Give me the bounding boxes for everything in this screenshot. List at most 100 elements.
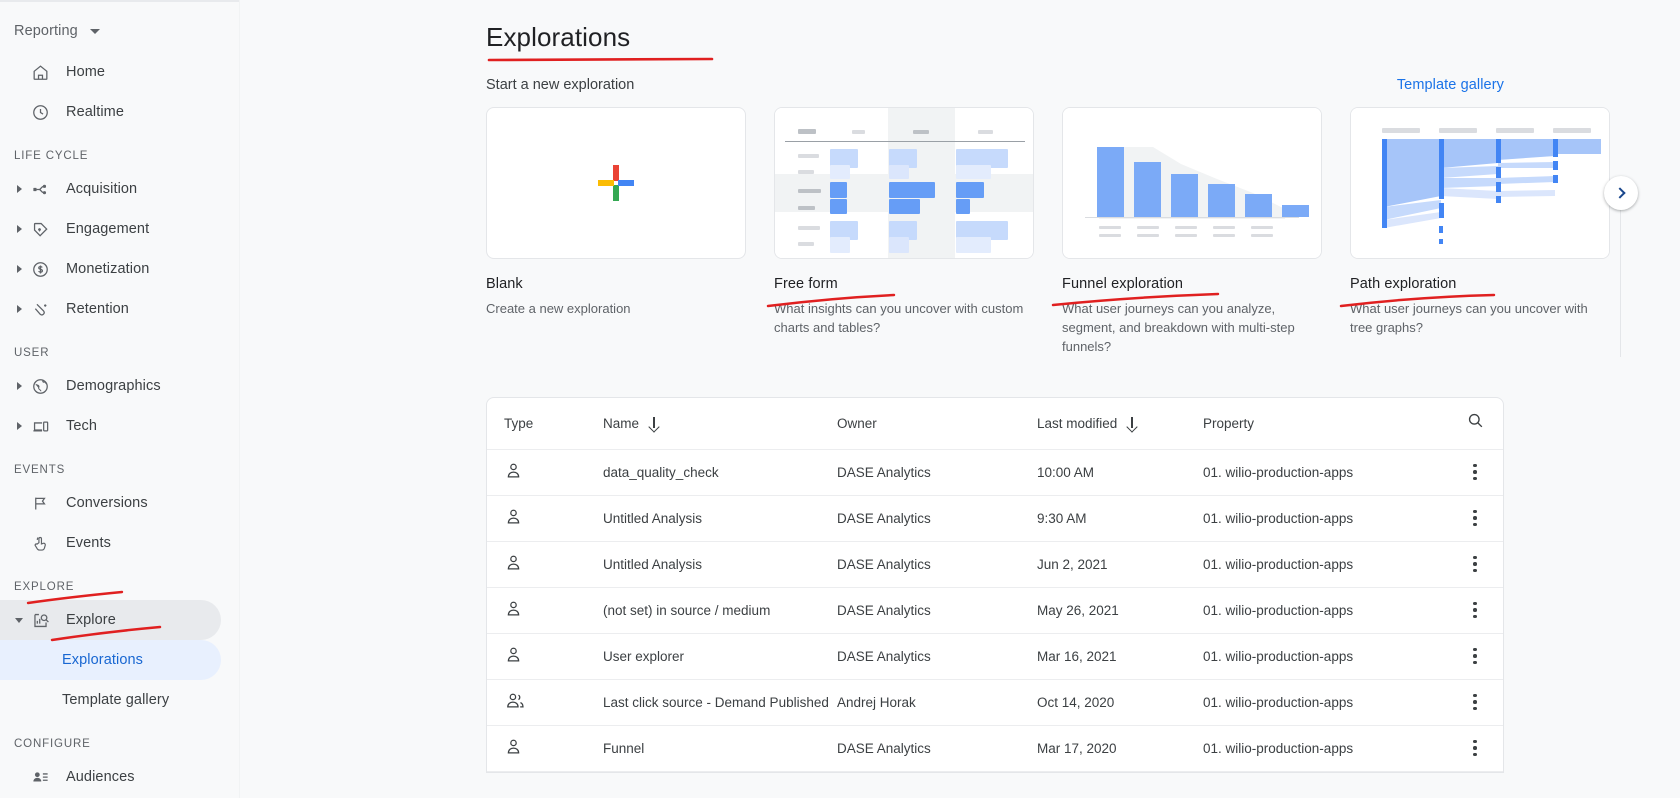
reporting-label: Reporting <box>14 23 78 39</box>
column-header-property[interactable]: Property <box>1203 416 1447 431</box>
row-overflow-menu[interactable] <box>1447 688 1503 717</box>
person-icon <box>504 739 523 759</box>
row-property: 01. wilio-production-apps <box>1203 740 1354 756</box>
row-name[interactable]: User explorer <box>603 649 837 664</box>
table-row[interactable]: data_quality_check DASE Analytics 10:00 … <box>487 450 1503 496</box>
row-owner: DASE Analytics <box>837 648 931 664</box>
table-row[interactable]: Untitled Analysis DASE Analytics 9:30 AM… <box>487 496 1503 542</box>
sidebar-item-label: Demographics <box>66 378 161 394</box>
row-last-modified: 10:00 AM <box>1037 464 1095 480</box>
row-type-icon-cell <box>487 599 603 621</box>
table-row[interactable]: Last click source - Demand Published And… <box>487 680 1503 726</box>
sidebar-item-engagement[interactable]: Engagement <box>0 209 221 249</box>
column-header-name[interactable]: Name <box>603 416 837 431</box>
acquisition-icon <box>28 177 52 201</box>
row-name[interactable]: Untitled Analysis <box>603 557 837 572</box>
template-card-blank[interactable]: Blank Create a new exploration <box>486 107 746 319</box>
sidebar-item-acquisition[interactable]: Acquisition <box>0 169 221 209</box>
table-row[interactable]: Untitled Analysis DASE Analytics Jun 2, … <box>487 542 1503 588</box>
sidebar-item-label: Explore <box>66 612 116 628</box>
sidebar-item-home[interactable]: Home <box>0 52 221 92</box>
main-content: Explorations Start a new exploration Tem… <box>240 0 1680 798</box>
row-overflow-menu[interactable] <box>1447 504 1503 533</box>
table-search-button[interactable] <box>1447 411 1503 435</box>
funnel-thumbnail <box>1062 107 1322 259</box>
page-title: Explorations <box>486 22 631 52</box>
row-name[interactable]: Untitled Analysis <box>603 511 837 526</box>
globe-icon <box>28 374 52 398</box>
row-overflow-menu[interactable] <box>1447 550 1503 579</box>
template-card-title: Blank <box>486 276 523 292</box>
sidebar-item-retention[interactable]: Retention <box>0 289 221 329</box>
sidebar-item-demographics[interactable]: Demographics <box>0 366 221 406</box>
reporting-selector[interactable]: Reporting <box>0 10 239 52</box>
column-header-owner[interactable]: Owner <box>837 416 1037 431</box>
sidebar-item-label: Engagement <box>66 221 150 237</box>
sidebar-item-explore[interactable]: Explore <box>0 600 221 640</box>
row-overflow-menu[interactable] <box>1447 734 1503 763</box>
sidebar-item-explorations[interactable]: Explorations <box>0 640 221 680</box>
more-vert-icon[interactable] <box>1467 642 1483 671</box>
sidebar-item-label: Realtime <box>66 104 125 120</box>
more-vert-icon[interactable] <box>1467 550 1483 579</box>
row-name[interactable]: Funnel <box>603 741 837 756</box>
sidebar-item-monetization[interactable]: Monetization <box>0 249 221 289</box>
analytics-app: Reporting Home Realtime LIFE CYCLE Acqui… <box>0 0 1680 798</box>
row-property: 01. wilio-production-apps <box>1203 464 1354 480</box>
blank-thumbnail <box>486 107 746 259</box>
sidebar-item-tech[interactable]: Tech <box>0 406 221 446</box>
table-row[interactable]: (not set) in source / medium DASE Analyt… <box>487 588 1503 634</box>
row-last-modified: Jun 2, 2021 <box>1037 556 1108 572</box>
row-owner: DASE Analytics <box>837 510 931 526</box>
row-property: 01. wilio-production-apps <box>1203 648 1354 664</box>
template-card-funnel-exploration[interactable]: Funnel exploration What user journeys ca… <box>1051 107 1322 357</box>
row-name[interactable]: (not set) in source / medium <box>603 603 837 618</box>
template-card-title: Free form <box>766 276 896 308</box>
row-name[interactable]: Last click source - Demand Published <box>603 695 837 710</box>
search-icon <box>1466 411 1485 435</box>
sidebar-item-template-gallery[interactable]: Template gallery <box>0 680 221 720</box>
carousel-next-button[interactable] <box>1604 176 1638 210</box>
more-vert-icon[interactable] <box>1467 688 1483 717</box>
column-header-type[interactable]: Type <box>487 416 603 431</box>
more-vert-icon[interactable] <box>1467 504 1483 533</box>
template-card-free-form[interactable]: Free form What insights can you uncover … <box>766 107 1034 338</box>
sidebar-item-label: Monetization <box>66 261 150 277</box>
clock-icon <box>28 100 52 124</box>
sort-descending-icon <box>648 416 659 430</box>
audiences-icon <box>28 765 52 789</box>
sidebar-section-events: EVENTS <box>14 464 66 476</box>
template-gallery-link[interactable]: Template gallery <box>1397 77 1504 93</box>
sidebar-item-label: Events <box>66 535 111 551</box>
row-overflow-menu[interactable] <box>1447 458 1503 487</box>
explorations-table: Type Name Owner Last modified Property d… <box>486 396 1504 773</box>
row-name[interactable]: data_quality_check <box>603 465 837 480</box>
sidebar-item-events[interactable]: Events <box>0 523 221 563</box>
row-overflow-menu[interactable] <box>1447 596 1503 625</box>
start-new-exploration-label: Start a new exploration <box>486 77 635 93</box>
template-card-strip: Blank Create a new exploration Free form… <box>240 93 1680 357</box>
row-property: 01. wilio-production-apps <box>1203 556 1354 572</box>
collapse-arrow-icon <box>14 617 24 623</box>
sidebar-item-label: Template gallery <box>62 692 170 708</box>
sidebar-item-conversions[interactable]: Conversions <box>0 483 221 523</box>
table-row[interactable]: Funnel DASE Analytics Mar 17, 2020 01. w… <box>487 726 1503 772</box>
column-header-last-modified[interactable]: Last modified <box>1037 416 1203 431</box>
google-plus-icon <box>598 165 634 201</box>
row-overflow-menu[interactable] <box>1447 642 1503 671</box>
sidebar-item-audiences[interactable]: Audiences <box>0 757 221 797</box>
sidebar-item-label: Explorations <box>62 652 143 668</box>
row-last-modified: Mar 16, 2021 <box>1037 648 1117 664</box>
flag-icon <box>28 491 52 515</box>
row-owner: DASE Analytics <box>837 740 931 756</box>
template-card-path-exploration[interactable]: Path exploration What user journeys can … <box>1339 107 1610 338</box>
person-icon <box>504 601 523 621</box>
more-vert-icon[interactable] <box>1467 458 1483 487</box>
more-vert-icon[interactable] <box>1467 596 1483 625</box>
chevron-right-icon <box>1613 187 1626 199</box>
more-vert-icon[interactable] <box>1467 734 1483 763</box>
tap-icon <box>28 531 52 555</box>
row-property: 01. wilio-production-apps <box>1203 510 1354 526</box>
table-row[interactable]: User explorer DASE Analytics Mar 16, 202… <box>487 634 1503 680</box>
sidebar-item-realtime[interactable]: Realtime <box>0 92 221 132</box>
